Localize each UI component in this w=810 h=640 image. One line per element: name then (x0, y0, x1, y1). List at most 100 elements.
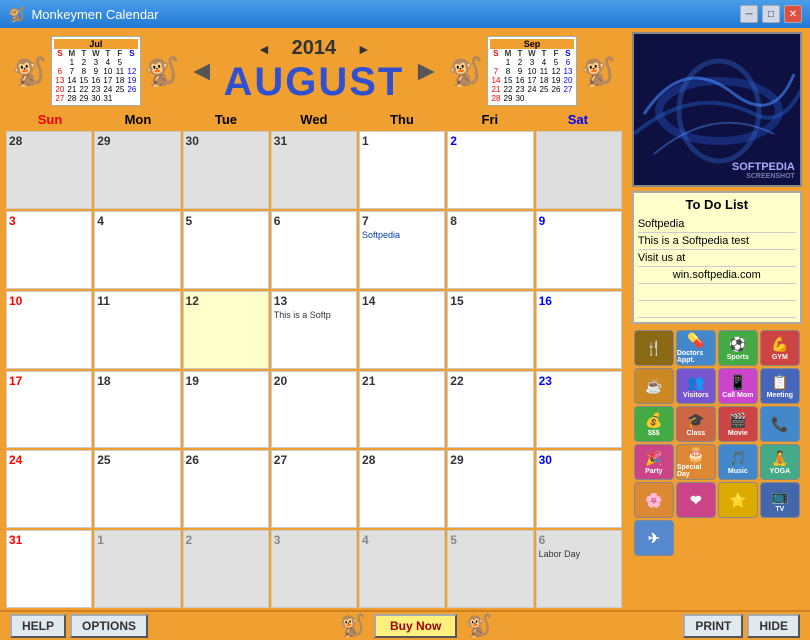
cal-cell-31prev[interactable]: 31 (271, 131, 357, 209)
cat-btn-gym[interactable]: 💪 GYM (760, 330, 800, 366)
minimize-button[interactable]: ─ (740, 5, 758, 23)
cal-cell-29[interactable]: 29 (447, 450, 533, 528)
window-controls: ─ □ ✕ (740, 5, 802, 23)
cal-cell-21[interactable]: 21 (359, 371, 445, 449)
cal-cell-25[interactable]: 25 (94, 450, 180, 528)
cal-cell-1[interactable]: 1 (359, 131, 445, 209)
day-header-wed: Wed (270, 110, 358, 129)
cat-btn-meeting[interactable]: 📋 Meeting (760, 368, 800, 404)
tv-icon: 📺 (771, 488, 788, 505)
mini-cal-jul-grid: SMTWTFS 12345 6789101112 13141516171819 … (54, 49, 138, 103)
mini-cal-sep[interactable]: Sep SMTWTFS 123456 78910111213 141516171… (487, 36, 577, 106)
cal-cell-17[interactable]: 17 (6, 371, 92, 449)
cat-btn-music[interactable]: 🎵 Music (718, 444, 758, 480)
cat-btn-specialday[interactable]: 🎂 Special Day (676, 444, 716, 480)
cal-cell-3next[interactable]: 3 (271, 530, 357, 608)
cal-cell-14[interactable]: 14 (359, 291, 445, 369)
todo-title: To Do List (638, 197, 796, 212)
doctors-label: Doctors Appt. (677, 350, 715, 364)
help-button[interactable]: HELP (10, 614, 66, 638)
cat-btn-money[interactable]: 💰 $$$ (634, 406, 674, 442)
cal-cell-10[interactable]: 10 (6, 291, 92, 369)
cal-cell-28prev[interactable]: 28 (6, 131, 92, 209)
options-button[interactable]: OPTIONS (70, 614, 148, 638)
travel-icon: ✈ (648, 530, 660, 547)
cal-cell-30prev[interactable]: 30 (183, 131, 269, 209)
cat-btn-heart[interactable]: ❤ (676, 482, 716, 518)
class-icon: 🎓 (687, 412, 704, 429)
cat-btn-callmom[interactable]: 📱 Call Mom (718, 368, 758, 404)
cal-cell-2next[interactable]: 2 (183, 530, 269, 608)
dinner-icon: 🍴 (645, 340, 662, 357)
cat-btn-coffee[interactable]: ☕ (634, 368, 674, 404)
cal-cell-8[interactable]: 8 (447, 211, 533, 289)
cat-btn-flower[interactable]: 🌸 (634, 482, 674, 518)
cal-cell-24[interactable]: 24 (6, 450, 92, 528)
cat-btn-call[interactable]: 📞 (760, 406, 800, 442)
cal-cell-30[interactable]: 30 (536, 450, 622, 528)
print-button[interactable]: PRINT (683, 614, 743, 638)
cal-cell-28[interactable]: 28 (359, 450, 445, 528)
cal-cell-9[interactable]: 9 (536, 211, 622, 289)
cat-btn-sports[interactable]: ⚽ Sports (718, 330, 758, 366)
cat-btn-yoga[interactable]: 🧘 YOGA (760, 444, 800, 480)
close-button[interactable]: ✕ (784, 5, 802, 23)
mini-cal-sep-title: Sep (490, 39, 574, 49)
hide-button[interactable]: HIDE (747, 614, 800, 638)
cal-cell-5[interactable]: 5 (183, 211, 269, 289)
cal-cell-16[interactable]: 16 (536, 291, 622, 369)
mini-cal-jul[interactable]: Jul SMTWTFS 12345 6789101112 13141516171… (51, 36, 141, 106)
cal-cell-29prev[interactable]: 29 (94, 131, 180, 209)
gym-label: GYM (772, 354, 788, 361)
cal-cell-20[interactable]: 20 (271, 371, 357, 449)
cal-cell-15[interactable]: 15 (447, 291, 533, 369)
cal-cell-7[interactable]: 7Softpedia (359, 211, 445, 289)
cal-cell-31[interactable]: 31 (6, 530, 92, 608)
title-bar: 🐒 Monkeymen Calendar ─ □ ✕ (0, 0, 810, 28)
maximize-button[interactable]: □ (762, 5, 780, 23)
cal-cell-19[interactable]: 19 (183, 371, 269, 449)
next-month-button[interactable]: ► (412, 55, 440, 87)
prev-year-button[interactable]: ◄ (257, 41, 271, 57)
cal-cell-empty[interactable] (536, 131, 622, 209)
cal-cell-11[interactable]: 11 (94, 291, 180, 369)
cat-btn-travel[interactable]: ✈ (634, 520, 674, 556)
photo-box[interactable]: SOFTPEDIA SCREENSHOT (632, 32, 802, 187)
cal-cell-22[interactable]: 22 (447, 371, 533, 449)
cal-cell-4next[interactable]: 4 (359, 530, 445, 608)
cat-btn-party[interactable]: 🎉 Party (634, 444, 674, 480)
prev-month-button[interactable]: ◄ (188, 55, 216, 87)
cal-cell-13[interactable]: 13This is a Softp (271, 291, 357, 369)
todo-item-6[interactable] (638, 301, 796, 318)
todo-item-3[interactable]: Visit us at (638, 250, 796, 267)
cat-btn-class[interactable]: 🎓 Class (676, 406, 716, 442)
todo-item-5[interactable] (638, 284, 796, 301)
cal-cell-23[interactable]: 23 (536, 371, 622, 449)
todo-item-4[interactable]: win.softpedia.com (638, 267, 796, 284)
music-label: Music (728, 468, 748, 475)
cal-cell-1next[interactable]: 1 (94, 530, 180, 608)
cal-cell-27[interactable]: 27 (271, 450, 357, 528)
doctors-icon: 💊 (687, 332, 704, 349)
cal-cell-18[interactable]: 18 (94, 371, 180, 449)
cal-cell-5next[interactable]: 5 (447, 530, 533, 608)
cat-btn-visitors[interactable]: 👥 Visitors (676, 368, 716, 404)
next-year-button[interactable]: ► (357, 41, 371, 57)
cal-cell-2[interactable]: 2 (447, 131, 533, 209)
cat-btn-doctors[interactable]: 💊 Doctors Appt. (676, 330, 716, 366)
cat-btn-dinner[interactable]: 🍴 (634, 330, 674, 366)
cat-btn-movie[interactable]: 🎬 Movie (718, 406, 758, 442)
cat-btn-tv[interactable]: 📺 TV (760, 482, 800, 518)
todo-item-2[interactable]: This is a Softpedia test (638, 233, 796, 250)
cal-cell-6next[interactable]: 6Labor Day (536, 530, 622, 608)
app-icon: 🐒 (8, 6, 25, 23)
cal-cell-12[interactable]: 12 (183, 291, 269, 369)
cat-btn-star[interactable]: ⭐ (718, 482, 758, 518)
todo-item-1[interactable]: Softpedia (638, 216, 796, 233)
cal-cell-3[interactable]: 3 (6, 211, 92, 289)
bottom-bar: HELP OPTIONS 🐒 Buy Now 🐒 PRINT HIDE (0, 610, 810, 640)
cal-cell-6[interactable]: 6 (271, 211, 357, 289)
cal-cell-4[interactable]: 4 (94, 211, 180, 289)
cal-cell-26[interactable]: 26 (183, 450, 269, 528)
buy-now-button[interactable]: Buy Now (374, 614, 457, 638)
